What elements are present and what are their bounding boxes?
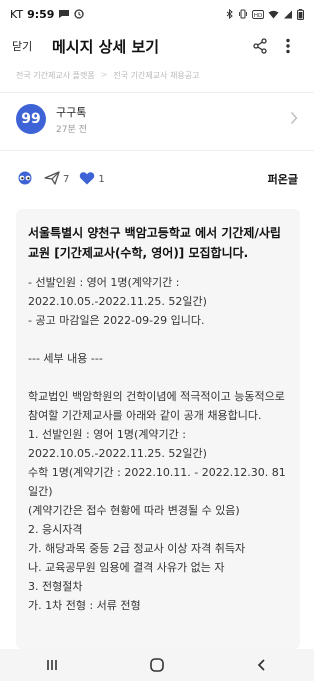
eyes-icon	[16, 171, 34, 188]
author-info: 구구톡 27분 전	[56, 104, 290, 135]
breadcrumb-item-recruitment[interactable]: 전국 기간제교사 채용공고	[113, 70, 199, 81]
recent-apps-icon[interactable]	[32, 653, 72, 677]
battery-icon	[297, 8, 304, 20]
post-time: 27분 전	[56, 124, 87, 135]
action-row: 7 1 퍼온글	[0, 168, 314, 190]
share-icon[interactable]	[246, 32, 274, 60]
wifi-icon	[268, 10, 279, 19]
heart-icon	[79, 171, 95, 188]
more-vertical-icon[interactable]	[274, 32, 302, 60]
views-action[interactable]	[16, 171, 34, 188]
author-name: 구구톡	[56, 105, 87, 119]
send-count: 7	[63, 173, 70, 185]
post-body: - 선발인원 : 영어 1명(계약기간 : 2022.10.05.-2022.1…	[28, 276, 286, 612]
svg-text:HD: HD	[254, 12, 262, 18]
app-header: 닫기 메시지 상세 보기	[0, 28, 314, 64]
like-count: 1	[98, 173, 105, 185]
author-row[interactable]: 99 구구톡 27분 전	[0, 96, 314, 142]
send-icon	[44, 170, 60, 188]
avatar-text: 99	[21, 111, 41, 127]
breadcrumb-separator: >	[100, 70, 108, 79]
system-nav-bar	[0, 649, 314, 681]
divider	[0, 150, 314, 151]
send-action[interactable]: 7	[44, 170, 70, 188]
breadcrumb-item-platform[interactable]: 전국 기간제교사 플랫폼	[16, 70, 95, 81]
post-title: 서울특별시 양천구 백암고등학교 에서 기간제/사립교원 [기간제교사(수학, …	[28, 226, 281, 260]
spread-button[interactable]: 퍼온글	[268, 171, 298, 187]
breadcrumb: 전국 기간제교사 플랫폼 > 전국 기간제교사 채용공고	[16, 70, 199, 81]
status-bar: KT 9:59 HD	[0, 0, 314, 28]
vibrate-icon	[238, 9, 248, 19]
status-right: HD	[226, 8, 304, 20]
chevron-right-icon[interactable]	[290, 110, 298, 129]
home-icon[interactable]	[137, 653, 177, 677]
post-content-card: 서울특별시 양천구 백암고등학교 에서 기간제/사립교원 [기간제교사(수학, …	[16, 209, 300, 649]
like-action[interactable]: 1	[79, 171, 105, 188]
avatar: 99	[16, 104, 46, 134]
divider	[0, 92, 314, 93]
bluetooth-icon	[226, 9, 234, 19]
close-button[interactable]: 닫기	[12, 38, 52, 54]
back-icon[interactable]	[242, 653, 282, 677]
signal-icon	[283, 10, 293, 19]
carrier-label: KT	[10, 7, 24, 21]
status-left: KT 9:59	[10, 7, 85, 21]
hd-icon: HD	[252, 9, 264, 19]
clock-time: 9:59	[27, 7, 55, 21]
alarm-icon	[74, 9, 85, 19]
page-title: 메시지 상세 보기	[52, 37, 160, 56]
message-icon	[58, 9, 70, 19]
